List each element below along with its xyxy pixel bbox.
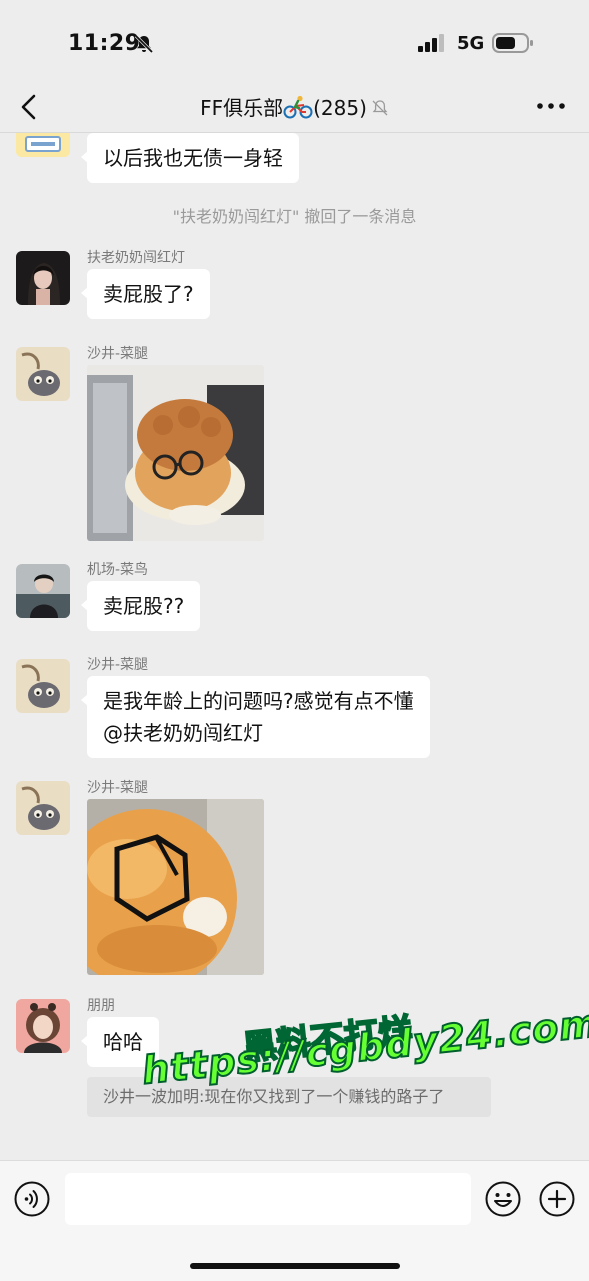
cartoon-cat-avatar-icon (16, 781, 70, 835)
message-bubble[interactable]: 以后我也无债一身轻 (81, 133, 299, 183)
avatar[interactable] (16, 564, 70, 618)
avatar[interactable] (16, 347, 70, 401)
cat-with-glasses-image (87, 365, 264, 541)
member-count: (285) (313, 96, 367, 120)
home-indicator[interactable] (190, 1263, 400, 1269)
plus-icon[interactable] (539, 1181, 575, 1217)
sender-name: 扶老奶奶闯红灯 (87, 250, 185, 266)
image-message[interactable] (87, 799, 264, 975)
girl-photo-avatar-icon (16, 999, 70, 1053)
avatar[interactable] (16, 999, 70, 1053)
avatar[interactable] (16, 659, 70, 713)
more-dots-icon[interactable] (536, 98, 566, 114)
message-bubble[interactable]: 卖屁股了? (81, 269, 210, 319)
bell-mute-icon (134, 34, 154, 54)
avatar[interactable] (16, 781, 70, 835)
girl-photo-avatar-icon (16, 251, 70, 305)
person-photo-avatar-icon (16, 564, 70, 618)
mention-line: @扶老奶奶闯红灯 (103, 721, 263, 745)
muted-bell-icon (372, 100, 388, 116)
cartoon-cat-avatar-icon (16, 347, 70, 401)
cyclist-emoji-icon (283, 95, 313, 119)
network-type: 5G (457, 33, 485, 54)
chat-header: FF俱乐部 (285) (0, 84, 589, 133)
quoted-reply[interactable]: 沙井一波加明:现在你又找到了一个赚钱的路子了 (87, 1077, 491, 1117)
input-bar (0, 1160, 589, 1281)
recall-notice: "扶老奶奶闯红灯" 撤回了一条消息 (172, 207, 417, 226)
group-name: FF俱乐部 (200, 96, 284, 120)
sender-name: 沙井-菜腿 (87, 780, 149, 796)
message-list[interactable]: 以后我也无债一身轻 "扶老奶奶闯红灯" 撤回了一条消息 扶老奶奶闯红灯 卖屁股了… (0, 133, 589, 1160)
chat-title: FF俱乐部 (285) (0, 92, 589, 121)
image-message[interactable] (87, 365, 264, 541)
message-line: 是我年龄上的问题吗?感觉有点不懂 (103, 689, 414, 713)
cartoon-cat-avatar-icon (16, 659, 70, 713)
message-bubble[interactable]: 哈哈 (81, 1017, 159, 1067)
avatar[interactable] (16, 133, 70, 157)
voice-input-icon[interactable] (14, 1181, 50, 1217)
status-time: 11:29 (68, 31, 141, 56)
battery-icon (492, 33, 533, 53)
sender-name: 机场-菜鸟 (87, 562, 149, 578)
cartoon-avatar-icon (16, 133, 70, 157)
status-bar: 11:29 5G (0, 0, 589, 84)
message-input[interactable] (65, 1173, 471, 1225)
sender-name: 朋朋 (87, 998, 115, 1014)
sender-name: 沙井-菜腿 (87, 657, 149, 673)
sender-name: 沙井-菜腿 (87, 346, 149, 362)
signal-icon (418, 34, 444, 52)
watermark-line1: 黑料不打烊 (240, 1010, 415, 1070)
message-bubble[interactable]: 卖屁股?? (80, 581, 201, 631)
avatar[interactable] (16, 251, 70, 305)
message-bubble[interactable]: 是我年龄上的问题吗?感觉有点不懂 @扶老奶奶闯红灯 (81, 676, 430, 758)
emoji-icon[interactable] (485, 1181, 521, 1217)
orange-cat-glasses-image (87, 799, 264, 975)
